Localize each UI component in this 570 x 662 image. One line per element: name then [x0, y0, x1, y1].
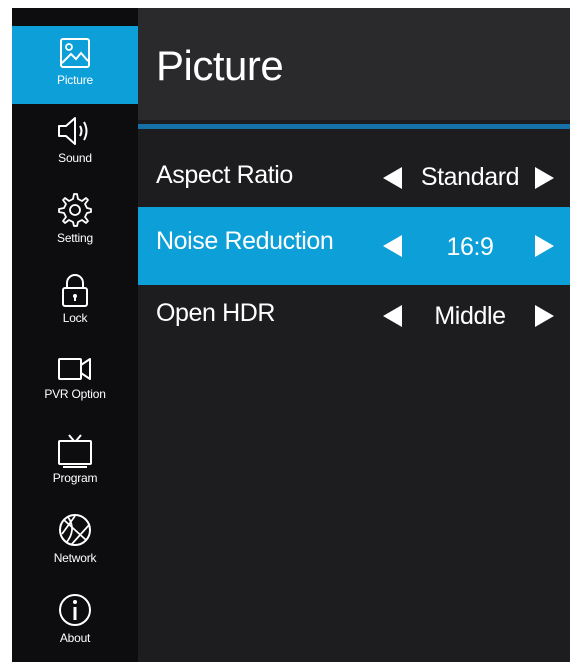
globe-icon — [57, 502, 93, 548]
arrow-left-icon[interactable] — [383, 167, 402, 189]
setting-label: Aspect Ratio — [156, 161, 293, 189]
sidebar-item-label: Network — [53, 551, 97, 565]
sidebar-item-sound[interactable]: Sound — [12, 104, 138, 182]
info-icon — [57, 582, 93, 628]
setting-row-open-hdr[interactable]: Open HDR Middle — [138, 284, 570, 346]
sidebar-item-program[interactable]: Program — [12, 422, 138, 500]
setting-row-noise-reduction[interactable]: Noise Reduction 16:9 — [138, 207, 570, 285]
header-divider — [138, 124, 570, 129]
picture-icon — [58, 26, 92, 70]
sidebar-item-pvr-option[interactable]: PVR Option — [12, 342, 138, 420]
page-header: Picture — [138, 8, 570, 120]
sidebar-item-label: PVR Option — [44, 387, 106, 401]
sidebar-item-label: About — [59, 631, 91, 645]
sidebar-item-about[interactable]: About — [12, 582, 138, 660]
arrow-right-icon[interactable] — [535, 167, 554, 189]
setting-value: 16:9 — [446, 233, 494, 261]
setting-label: Noise Reduction — [156, 227, 334, 255]
setting-row-aspect-ratio[interactable]: Aspect Ratio Standard — [138, 146, 570, 208]
tv-menu-window: Picture Sound Setting Lock PVR Option Pr… — [12, 8, 570, 662]
sidebar-item-label: Setting — [57, 231, 93, 245]
setting-value: Middle — [434, 302, 506, 330]
sidebar-item-label: Picture — [57, 73, 93, 87]
sidebar-item-label: Lock — [62, 311, 88, 325]
sidebar-item-label: Sound — [58, 151, 92, 165]
lock-icon — [58, 262, 92, 308]
gear-icon — [57, 182, 93, 228]
main-panel: Picture Aspect Ratio Standard Noise Redu… — [138, 8, 570, 662]
sidebar-item-lock[interactable]: Lock — [12, 262, 138, 340]
arrow-left-icon[interactable] — [383, 305, 402, 327]
sidebar-item-picture[interactable]: Picture — [12, 26, 138, 104]
video-camera-icon — [55, 342, 95, 384]
page-title: Picture — [156, 42, 284, 89]
sidebar: Picture Sound Setting Lock PVR Option Pr… — [12, 8, 138, 662]
sidebar-item-setting[interactable]: Setting — [12, 182, 138, 260]
setting-value: Standard — [420, 163, 520, 191]
tv-icon — [55, 422, 95, 468]
arrow-right-icon[interactable] — [535, 235, 554, 257]
setting-label: Open HDR — [156, 299, 276, 327]
sidebar-item-label: Program — [52, 471, 98, 485]
arrow-left-icon[interactable] — [383, 235, 402, 257]
sidebar-item-network[interactable]: Network — [12, 502, 138, 580]
arrow-right-icon[interactable] — [535, 305, 554, 327]
speaker-icon — [55, 104, 95, 148]
